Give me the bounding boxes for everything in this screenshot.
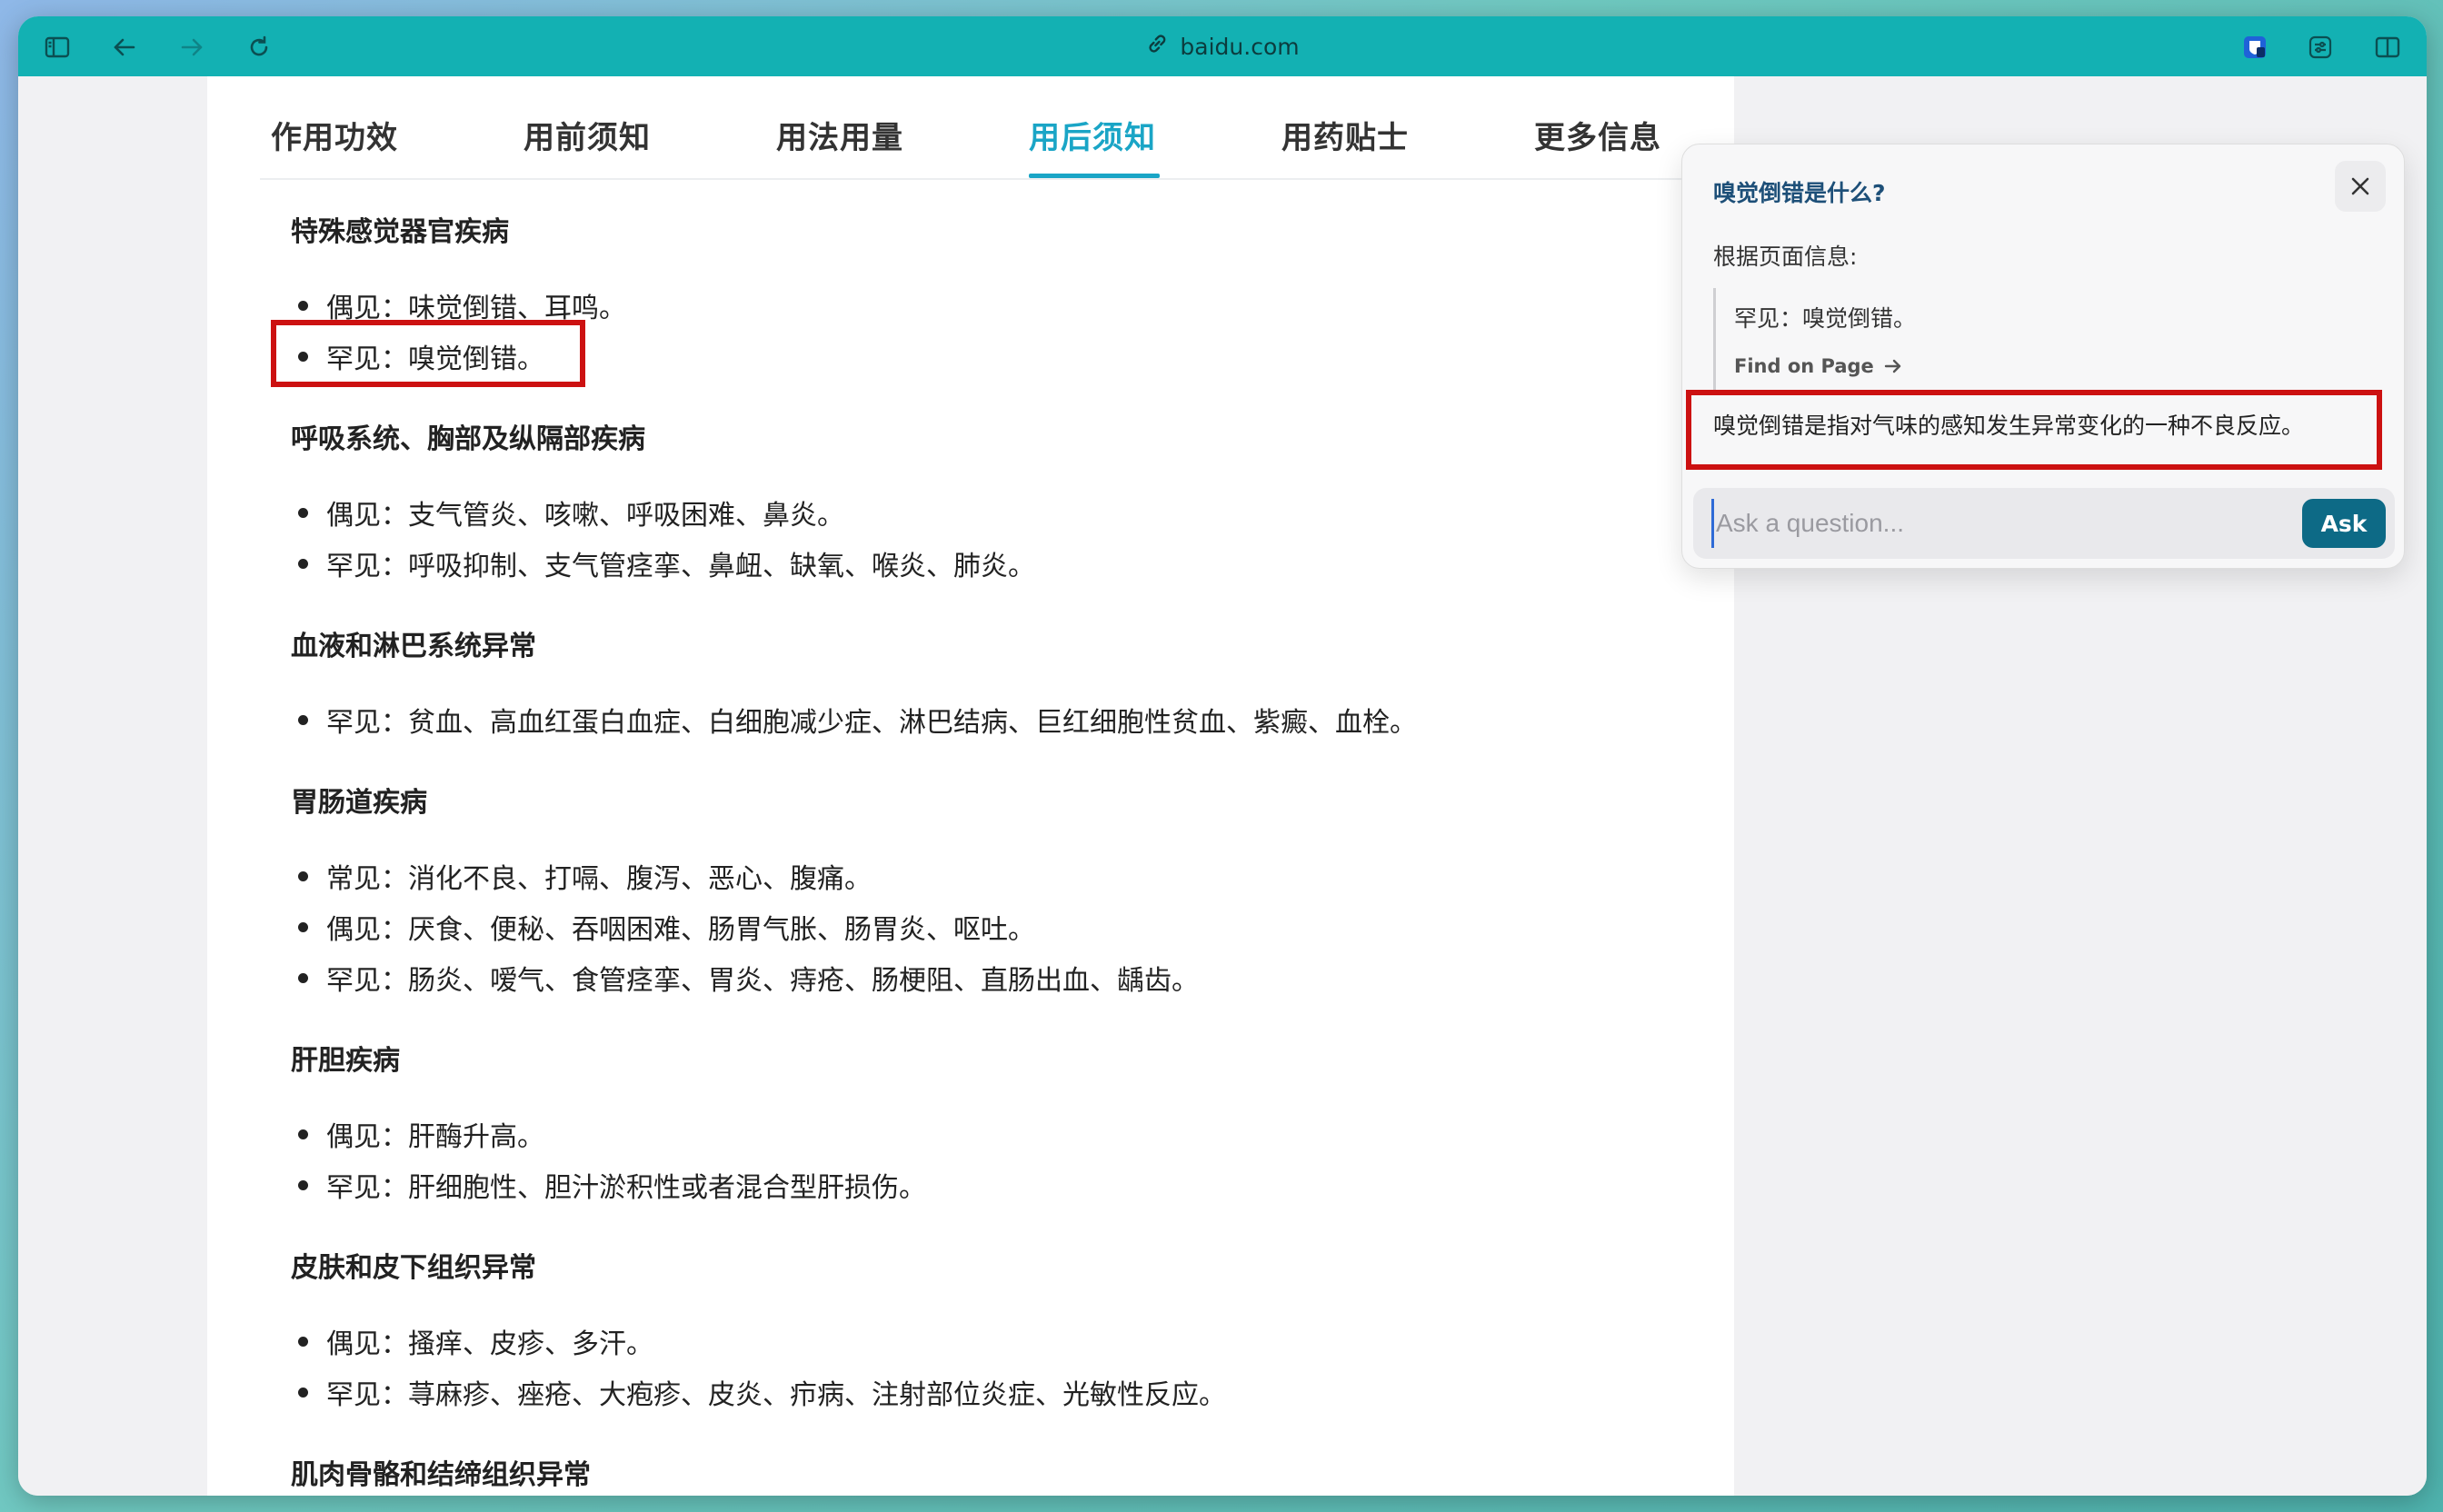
- bullet: [298, 300, 308, 311]
- forward-icon[interactable]: [176, 32, 207, 63]
- bullet: [298, 558, 308, 569]
- list-item-text: 罕见：肝细胞性、胆汁淤积性或者混合型肝损伤。: [326, 1172, 926, 1204]
- list-item: 偶见：支气管炎、咳嗽、呼吸困难、鼻炎。: [298, 492, 844, 532]
- sidebar-icon[interactable]: [42, 32, 73, 63]
- popup-title: 嗅觉倒错是什么?: [1713, 180, 1886, 206]
- page-content: 作用功效 用前须知 用法用量 用后须知 用药贴士 更多信息 特殊感觉器官疾病 偶…: [207, 76, 1734, 1496]
- bullet: [298, 1336, 308, 1347]
- close-button[interactable]: [2335, 161, 2386, 212]
- bullet: [298, 714, 308, 725]
- tab-more-info[interactable]: 更多信息: [1534, 113, 1661, 157]
- list-item: 偶见：厌食、便秘、吞咽困难、肠胃气胀、肠胃炎、呕吐。: [298, 907, 1035, 947]
- list-item-text: 偶见：搔痒、皮疹、多汗。: [326, 1328, 653, 1360]
- list-item-text: 罕见：呼吸抑制、支气管痉挛、鼻衄、缺氧、喉炎、肺炎。: [326, 551, 1035, 582]
- highlight-box: [1686, 390, 2382, 470]
- split-view-icon[interactable]: [2372, 32, 2403, 63]
- browser-toolbar: baidu.com: [18, 16, 2427, 76]
- ask-popup: 嗅觉倒错是什么? 根据页面信息: 罕见：嗅觉倒错。 Find on Page 嗅…: [1681, 144, 2405, 569]
- list-item: 罕见：荨麻疹、痤疮、大疱疹、皮炎、疖病、注射部位炎症、光敏性反应。: [298, 1372, 1226, 1412]
- address-bar[interactable]: baidu.com: [1145, 29, 1300, 64]
- tab-after-use[interactable]: 用后须知: [1029, 113, 1156, 157]
- list-item: 偶见：肝酶升高。: [298, 1114, 544, 1154]
- drug-info-tabs: 作用功效 用前须知 用法用量 用后须知 用药贴士 更多信息: [260, 76, 1714, 180]
- bullet: [298, 972, 308, 983]
- bullet: [298, 1387, 308, 1398]
- list-item: 罕见：呼吸抑制、支气管痉挛、鼻衄、缺氧、喉炎、肺炎。: [298, 543, 1035, 583]
- list-item: 罕见：贫血、高血红蛋白血症、白细胞减少症、淋巴结病、巨红细胞性贫血、紫癜、血栓。: [298, 700, 1417, 740]
- bullet: [298, 1179, 308, 1190]
- bullet: [298, 1129, 308, 1139]
- list-item-text: 偶见：支气管炎、咳嗽、呼吸困难、鼻炎。: [326, 500, 844, 532]
- bullet: [298, 921, 308, 932]
- find-on-page-link[interactable]: Find on Page: [1734, 355, 1903, 377]
- extension-icon[interactable]: [2305, 32, 2336, 63]
- link-icon: [1145, 32, 1169, 61]
- list-item-text: 偶见：厌食、便秘、吞咽困难、肠胃气胀、肠胃炎、呕吐。: [326, 914, 1035, 946]
- list-item: 罕见：肝细胞性、胆汁淤积性或者混合型肝损伤。: [298, 1165, 926, 1205]
- quote-text: 罕见：嗅觉倒错。: [1734, 305, 1917, 332]
- ask-bar: Ask: [1693, 488, 2395, 559]
- list-item-text: 偶见：肝酶升高。: [326, 1121, 544, 1153]
- question-input[interactable]: [1711, 499, 2275, 548]
- reload-icon[interactable]: [244, 32, 274, 63]
- bullet: [298, 507, 308, 518]
- tab-tips[interactable]: 用药贴士: [1281, 113, 1409, 157]
- address-text: baidu.com: [1180, 33, 1300, 60]
- left-margin: [18, 76, 207, 1496]
- list-item-text: 罕见：荨麻疹、痤疮、大疱疹、皮炎、疖病、注射部位炎症、光敏性反应。: [326, 1379, 1226, 1411]
- find-on-page-label: Find on Page: [1734, 355, 1874, 377]
- highlight-box: [271, 320, 585, 387]
- arrow-right-icon: [1884, 359, 1901, 373]
- tab-before-use[interactable]: 用前须知: [524, 113, 651, 157]
- list-item: 罕见：肠炎、嗳气、食管痉挛、胃炎、痔疮、肠梗阻、直肠出血、龋齿。: [298, 958, 1199, 998]
- list-item-text: 常见：消化不良、打嗝、腹泻、恶心、腹痛。: [326, 863, 872, 895]
- section-title: 呼吸系统、胸部及纵隔部疾病: [291, 423, 645, 455]
- active-tab-indicator: [1029, 174, 1160, 178]
- quoted-source: 罕见：嗅觉倒错。 Find on Page: [1713, 288, 2259, 390]
- bitwarden-icon[interactable]: [2239, 32, 2270, 63]
- browser-window: baidu.com 作用功效 用前须知 用法用量 用后须知 用药贴士 更多信息 …: [18, 16, 2427, 1496]
- section-title: 胃肠道疾病: [291, 787, 427, 819]
- tab-dosage[interactable]: 用法用量: [776, 113, 903, 157]
- popup-subtitle: 根据页面信息:: [1713, 244, 1858, 270]
- close-icon: [2351, 177, 2369, 195]
- list-item-text: 罕见：肠炎、嗳气、食管痉挛、胃炎、痔疮、肠梗阻、直肠出血、龋齿。: [326, 965, 1199, 997]
- back-icon[interactable]: [109, 32, 140, 63]
- section-title: 血液和淋巴系统异常: [291, 631, 536, 662]
- section-title: 肝胆疾病: [291, 1045, 400, 1077]
- section-title: 特殊感觉器官疾病: [291, 216, 509, 248]
- list-item: 常见：消化不良、打嗝、腹泻、恶心、腹痛。: [298, 856, 872, 896]
- list-item-text: 罕见：贫血、高血红蛋白血症、白细胞减少症、淋巴结病、巨红细胞性贫血、紫癜、血栓。: [326, 707, 1417, 739]
- section-title: 肌肉骨骼和结缔组织异常: [291, 1459, 591, 1491]
- section-title: 皮肤和皮下组织异常: [291, 1252, 536, 1284]
- list-item: 偶见：搔痒、皮疹、多汗。: [298, 1321, 653, 1361]
- bullet: [298, 870, 308, 881]
- ask-button[interactable]: Ask: [2302, 499, 2386, 548]
- tab-effects[interactable]: 作用功效: [271, 113, 398, 157]
